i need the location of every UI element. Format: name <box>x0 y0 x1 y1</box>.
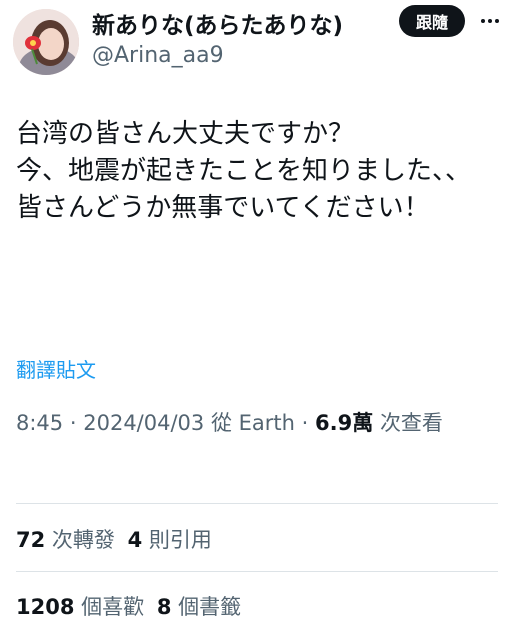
reposts-count[interactable]: 72 <box>16 528 45 552</box>
post-date[interactable]: 2024/04/03 <box>83 411 204 435</box>
reposts-label[interactable]: 次轉發 <box>52 528 115 552</box>
views-count: 6.9萬 <box>315 411 374 435</box>
post-header: 新ありな(あらたありな) @Arina_aa9 跟隨 <box>0 0 514 90</box>
bookmarks-count[interactable]: 8 <box>157 595 172 619</box>
quotes-label[interactable]: 則引用 <box>149 528 212 552</box>
more-button[interactable] <box>475 6 505 36</box>
likes-label[interactable]: 個喜歡 <box>81 595 144 619</box>
follow-button[interactable]: 跟隨 <box>399 5 465 37</box>
engagement-row-likes: 1208 個喜歡 8 個書籤 <box>16 591 241 621</box>
user-handle[interactable]: @Arina_aa9 <box>92 43 224 68</box>
post-metadata: 8:45 · 2024/04/03 從 Earth · 6.9萬 次查看 <box>16 406 496 440</box>
meta-separator: · <box>69 411 77 435</box>
likes-count[interactable]: 1208 <box>16 595 74 619</box>
post-source: Earth <box>238 411 295 435</box>
engagement-row-reposts: 72 次轉發 4 則引用 <box>16 524 212 554</box>
divider <box>16 503 498 504</box>
translate-post-link[interactable]: 翻譯貼文 <box>16 354 96 383</box>
views-label: 次查看 <box>379 411 443 435</box>
display-name[interactable]: 新ありな(あらたありな) <box>92 6 343 40</box>
post-time[interactable]: 8:45 <box>16 411 63 435</box>
bookmarks-label[interactable]: 個書籤 <box>178 595 241 619</box>
avatar-image <box>13 9 79 75</box>
avatar[interactable] <box>13 9 79 75</box>
source-prefix: 從 <box>210 411 232 435</box>
quotes-count[interactable]: 4 <box>128 528 143 552</box>
post-text: 台湾の皆さん大丈夫ですか？ 今、地震が起きたことを知りました、、 皆さんどうか無… <box>16 119 472 223</box>
divider <box>16 571 498 572</box>
ellipsis-icon <box>481 19 499 23</box>
meta-separator: · <box>301 411 309 435</box>
